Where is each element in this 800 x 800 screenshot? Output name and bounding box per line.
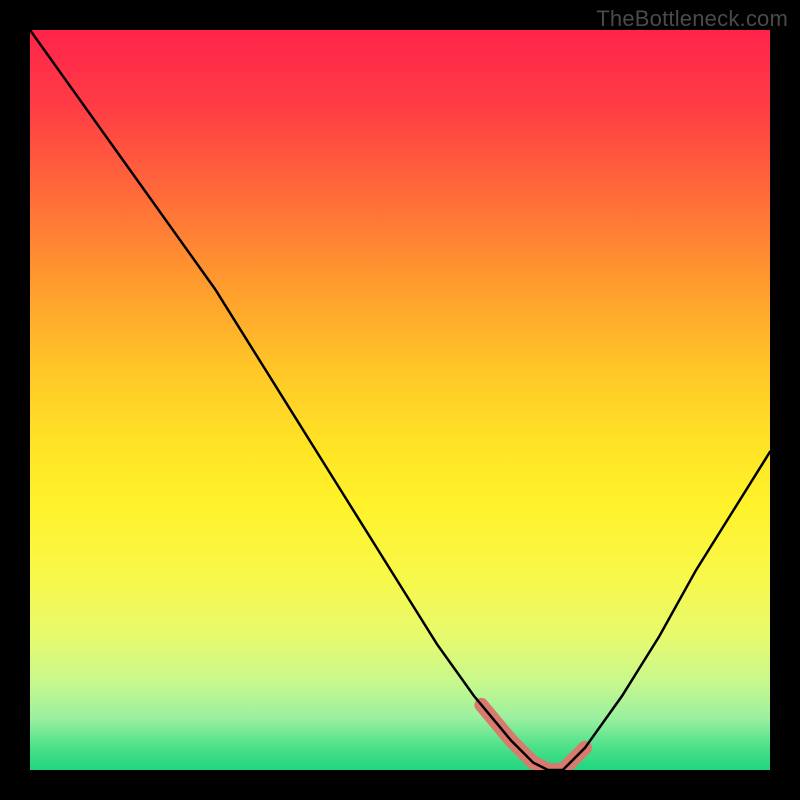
watermark-text: TheBottleneck.com (596, 6, 788, 32)
curve-svg (30, 30, 770, 770)
plot-area (30, 30, 770, 770)
chart-frame: TheBottleneck.com (0, 0, 800, 800)
optimal-range-band (481, 705, 585, 770)
bottleneck-curve (30, 30, 770, 770)
